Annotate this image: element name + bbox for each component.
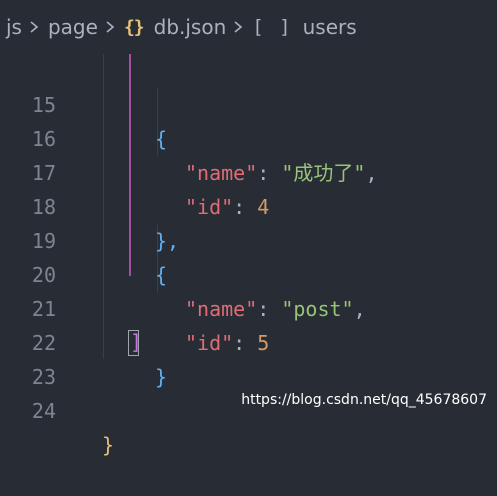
code-editor[interactable]: 15 { 16 "name": "成功了", 17 "id": 4 18 }, …: [0, 54, 497, 457]
matched-bracket-highlight: ]: [128, 330, 143, 356]
breadcrumb-item-js[interactable]: js: [6, 15, 22, 39]
editor-window: js page {} db.json [ ] users 15 { 16 "na…: [0, 0, 497, 457]
json-braces-icon: {}: [123, 16, 145, 38]
code-line: 24 }: [0, 360, 497, 457]
close-bracket: ]: [130, 330, 143, 354]
watermark: https://blog.csdn.net/qq_45678607: [241, 392, 487, 408]
code-line: 17 "id": 4: [0, 122, 497, 219]
array-brackets-icon: [ ]: [252, 16, 293, 38]
code-line: 23: [0, 326, 497, 389]
chevron-right-icon: [104, 21, 116, 33]
breadcrumb-item-page[interactable]: page: [48, 15, 98, 39]
code-line: 20 "name": "post",: [0, 224, 497, 321]
code-line: 16 "name": "成功了",: [0, 88, 497, 185]
code-line: 15 {: [0, 54, 497, 151]
chevron-right-icon: [232, 21, 244, 33]
code-line: 22 }: [0, 292, 497, 389]
close-brace: }: [102, 433, 115, 457]
code-line: 18 },: [0, 156, 497, 253]
breadcrumb: js page {} db.json [ ] users: [0, 0, 497, 54]
breadcrumb-item-db-json[interactable]: db.json: [154, 15, 227, 39]
code-line: 19 {: [0, 190, 497, 287]
code-line: 21 "id": 5: [0, 258, 497, 355]
breadcrumb-item-users[interactable]: users: [303, 15, 357, 39]
line-number: 24: [31, 399, 56, 423]
chevron-right-icon: [28, 21, 40, 33]
